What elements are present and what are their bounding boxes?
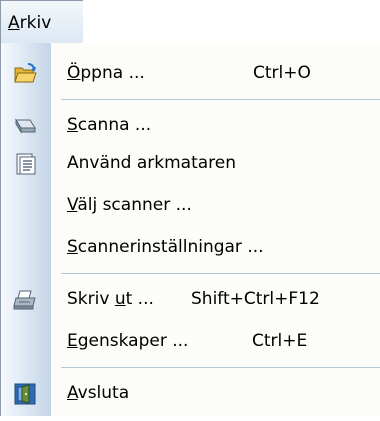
menu-bar-edge [83,0,380,44]
menu-item-label: Scanna ... [67,115,152,135]
menu-bar: Arkiv [0,0,380,44]
menu-item-label: Skriv ut ... [67,289,154,309]
menu-separator [61,99,380,100]
menu-separator [61,273,380,274]
menu-item-label: Öppna ... [67,63,145,83]
menu-arkiv-mnemonic: A [8,13,20,33]
menu-item-label: Egenskaper ... [67,331,189,351]
menu-item-valj-scanner[interactable]: Välj scanner ... [1,185,380,225]
menu-item-label: Välj scanner ... [67,195,192,215]
menu-item-label: Scannerinställningar ... [67,237,264,257]
menu-item-shortcut: Ctrl+O [253,63,311,83]
menu-item-egenskaper[interactable]: Egenskaper ... Ctrl+E [1,321,380,361]
printer-icon [13,287,37,311]
menu-item-label: Avsluta [67,383,130,403]
menu-arkiv-label: rkiv [19,13,52,33]
menu-item-skriv-ut[interactable]: Skriv ut ... Shift+Ctrl+F12 [1,279,380,319]
menu-separator [61,367,380,368]
menu-item-shortcut: Ctrl+E [252,331,308,351]
menu-item-avsluta[interactable]: Avsluta [1,373,380,413]
menu-item-scanna[interactable]: Scanna ... [1,105,380,145]
menu-item-shortcut: Shift+Ctrl+F12 [191,289,320,309]
arkiv-dropdown-menu: Öppna ... Ctrl+O Scanna ... Använd arkma… [0,43,380,416]
document-feeder-icon [13,151,37,175]
menu-item-anvand-arkmataren[interactable]: Använd arkmataren [1,143,380,183]
menu-item-label: Använd arkmataren [67,153,237,173]
open-folder-icon [13,61,37,85]
menu-item-scannerinstallningar[interactable]: Scannerinställningar ... [1,227,380,267]
menu-arkiv[interactable]: Arkiv [0,0,84,44]
scanner-icon [13,113,37,137]
menu-item-oppna[interactable]: Öppna ... Ctrl+O [1,53,380,93]
exit-icon [13,381,37,405]
